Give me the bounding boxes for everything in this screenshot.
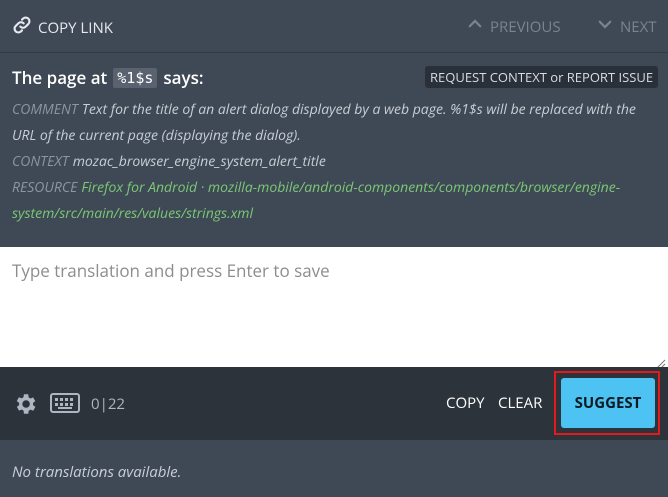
translations-list: No translations available. <box>0 440 668 497</box>
chevron-up-icon <box>466 15 484 38</box>
resource-link[interactable]: Firefox for Android · mozilla-mobile/and… <box>12 178 620 223</box>
title-suffix: says: <box>163 66 204 89</box>
request-context-button[interactable]: REQUEST CONTEXT or REPORT ISSUE <box>425 66 659 88</box>
copy-link-button[interactable]: COPY LINK <box>12 15 113 40</box>
source-string-title: The page at %1$s says: <box>12 66 204 89</box>
context-row: CONTEXT mozac_browser_engine_system_alert… <box>12 149 658 175</box>
comment-row: COMMENT Text for the title of an alert di… <box>12 97 658 149</box>
translation-input[interactable] <box>0 247 668 367</box>
link-icon <box>12 15 32 40</box>
title-prefix: The page at <box>12 66 108 89</box>
keyboard-icon[interactable] <box>50 393 80 413</box>
editor-toolbar: 0|22 COPY CLEAR SUGGEST <box>0 367 668 440</box>
resource-row: RESOURCE Firefox for Android · mozilla-mo… <box>12 175 658 227</box>
copy-button[interactable]: COPY <box>446 393 485 413</box>
clear-button[interactable]: CLEAR <box>498 393 542 413</box>
gear-icon[interactable] <box>12 391 38 417</box>
previous-button[interactable]: PREVIOUS <box>466 15 561 38</box>
resize-grip-icon[interactable] <box>654 353 666 370</box>
comment-text: Text for the title of an alert dialog di… <box>12 100 636 145</box>
string-metadata: The page at %1$s says: REQUEST CONTEXT o… <box>0 53 668 247</box>
previous-label: PREVIOUS <box>490 16 561 37</box>
next-button[interactable]: NEXT <box>596 15 657 38</box>
copy-link-label: COPY LINK <box>38 17 113 38</box>
context-label: CONTEXT <box>12 152 69 171</box>
context-text: mozac_browser_engine_system_alert_title <box>72 152 326 171</box>
resource-label: RESOURCE <box>12 178 78 197</box>
suggest-button[interactable]: SUGGEST <box>561 378 655 428</box>
next-label: NEXT <box>620 16 657 37</box>
comment-label: COMMENT <box>12 100 78 119</box>
chevron-down-icon <box>596 15 614 38</box>
top-bar: COPY LINK PREVIOUS NEXT <box>0 0 668 53</box>
placeholder-token: %1$s <box>113 67 158 88</box>
no-translations-message: No translations available. <box>12 462 182 482</box>
string-info: COMMENT Text for the title of an alert di… <box>12 97 658 227</box>
translation-editor <box>0 247 668 370</box>
character-counter: 0|22 <box>91 394 125 414</box>
